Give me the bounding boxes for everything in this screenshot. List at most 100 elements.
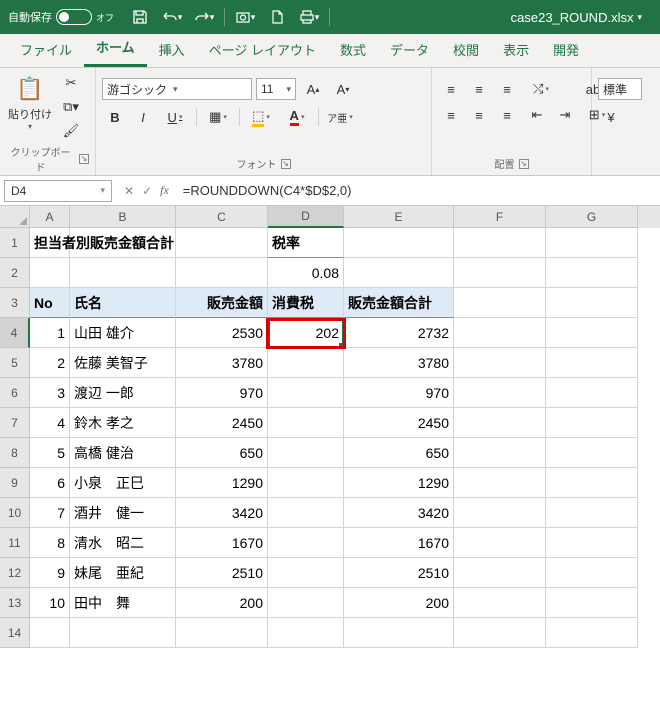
cell[interactable]: 200 [344, 588, 454, 618]
cell[interactable] [546, 408, 638, 438]
cell[interactable]: 2450 [176, 408, 268, 438]
cell[interactable] [546, 438, 638, 468]
save-button[interactable] [126, 5, 154, 29]
cell[interactable] [268, 348, 344, 378]
cell[interactable] [546, 348, 638, 378]
col-header-C[interactable]: C [176, 206, 268, 228]
row-header[interactable]: 1 [0, 228, 30, 258]
cell[interactable] [454, 378, 546, 408]
cell[interactable]: 8 [30, 528, 70, 558]
cell[interactable] [546, 318, 638, 348]
row-header[interactable]: 4 [0, 318, 30, 348]
align-middle-button[interactable]: ≡ [466, 78, 492, 100]
increase-font-button[interactable]: A▴ [300, 78, 326, 100]
align-center-button[interactable]: ≡ [466, 104, 492, 126]
cell[interactable]: No [30, 288, 70, 318]
cell[interactable]: 0.08 [268, 258, 344, 288]
cell[interactable] [268, 528, 344, 558]
cell[interactable] [454, 408, 546, 438]
cell[interactable] [268, 438, 344, 468]
cell[interactable]: 販売金額 [176, 288, 268, 318]
cell[interactable] [546, 558, 638, 588]
cell[interactable] [30, 618, 70, 648]
tab-insert[interactable]: 挿入 [147, 32, 197, 67]
fx-button[interactable]: fx [160, 183, 169, 198]
cell[interactable]: 200 [176, 588, 268, 618]
name-box[interactable]: D4▾ [4, 180, 112, 202]
cell[interactable]: 970 [176, 378, 268, 408]
underline-button[interactable]: U▾ [158, 106, 192, 128]
align-left-button[interactable]: ≡ [438, 104, 464, 126]
cell[interactable]: 1 [30, 318, 70, 348]
cell[interactable]: 5 [30, 438, 70, 468]
dialog-launcher-icon[interactable]: ↘ [519, 159, 529, 169]
cell[interactable] [176, 618, 268, 648]
tab-developer[interactable]: 開発 [541, 32, 591, 67]
cell[interactable]: 氏名 [70, 288, 176, 318]
cell[interactable] [268, 498, 344, 528]
tab-view[interactable]: 表示 [491, 32, 541, 67]
cell[interactable] [454, 588, 546, 618]
row-header[interactable]: 6 [0, 378, 30, 408]
cell[interactable]: 2732 [344, 318, 454, 348]
cancel-formula-button[interactable]: ✕ [124, 184, 134, 198]
cell[interactable] [546, 228, 638, 258]
cell[interactable]: 3 [30, 378, 70, 408]
cell[interactable]: 税率 [268, 228, 344, 258]
cell[interactable] [546, 618, 638, 648]
cell[interactable]: 202 [268, 318, 344, 348]
copy-button[interactable]: ⧉▾ [58, 96, 84, 118]
bold-button[interactable]: B [102, 106, 128, 128]
row-header[interactable]: 2 [0, 258, 30, 288]
print-button[interactable]: ▾ [295, 5, 323, 29]
tab-file[interactable]: ファイル [8, 32, 84, 67]
cell[interactable]: 3420 [176, 498, 268, 528]
font-color-button[interactable]: A▾ [280, 106, 314, 128]
border-button[interactable]: ▦▾ [201, 106, 235, 128]
row-header[interactable]: 8 [0, 438, 30, 468]
cell[interactable] [546, 498, 638, 528]
increase-indent-button[interactable]: ⇥ [552, 104, 578, 126]
tab-data[interactable]: データ [378, 32, 441, 67]
cell[interactable]: 小泉 正巳 [70, 468, 176, 498]
cell[interactable]: 9 [30, 558, 70, 588]
align-right-button[interactable]: ≡ [494, 104, 520, 126]
cell[interactable]: 清水 昭二 [70, 528, 176, 558]
cell[interactable] [268, 408, 344, 438]
row-header[interactable]: 5 [0, 348, 30, 378]
cell[interactable] [70, 618, 176, 648]
row-header[interactable]: 14 [0, 618, 30, 648]
col-header-G[interactable]: G [546, 206, 638, 228]
cell[interactable] [344, 228, 454, 258]
cell[interactable] [454, 258, 546, 288]
phonetic-button[interactable]: ア亜▾ [323, 106, 357, 128]
cell[interactable] [454, 618, 546, 648]
cell[interactable]: 10 [30, 588, 70, 618]
tab-pagelayout[interactable]: ページ レイアウト [197, 32, 328, 67]
tab-formulas[interactable]: 数式 [328, 32, 378, 67]
row-header[interactable]: 12 [0, 558, 30, 588]
cell[interactable] [454, 348, 546, 378]
cell[interactable] [30, 258, 70, 288]
paste-button[interactable]: 📋 貼り付け ▾ [6, 72, 54, 131]
undo-button[interactable]: ▾ [158, 5, 186, 29]
cell[interactable] [344, 258, 454, 288]
cell[interactable] [454, 528, 546, 558]
cell[interactable] [268, 588, 344, 618]
enter-formula-button[interactable]: ✓ [142, 184, 152, 198]
redo-button[interactable]: ▾ [190, 5, 218, 29]
italic-button[interactable]: I [130, 106, 156, 128]
cell[interactable]: 酒井 健一 [70, 498, 176, 528]
dialog-launcher-icon[interactable]: ↘ [79, 154, 89, 164]
cell[interactable] [70, 258, 176, 288]
row-header[interactable]: 11 [0, 528, 30, 558]
row-header[interactable]: 3 [0, 288, 30, 318]
col-header-A[interactable]: A [30, 206, 70, 228]
cell[interactable] [454, 228, 546, 258]
cell[interactable]: 2530 [176, 318, 268, 348]
cell[interactable] [546, 378, 638, 408]
cell[interactable] [176, 228, 268, 258]
cell[interactable]: 970 [344, 378, 454, 408]
filename-display[interactable]: case23_ROUND.xlsx ▾ [511, 10, 642, 25]
cell[interactable] [268, 618, 344, 648]
